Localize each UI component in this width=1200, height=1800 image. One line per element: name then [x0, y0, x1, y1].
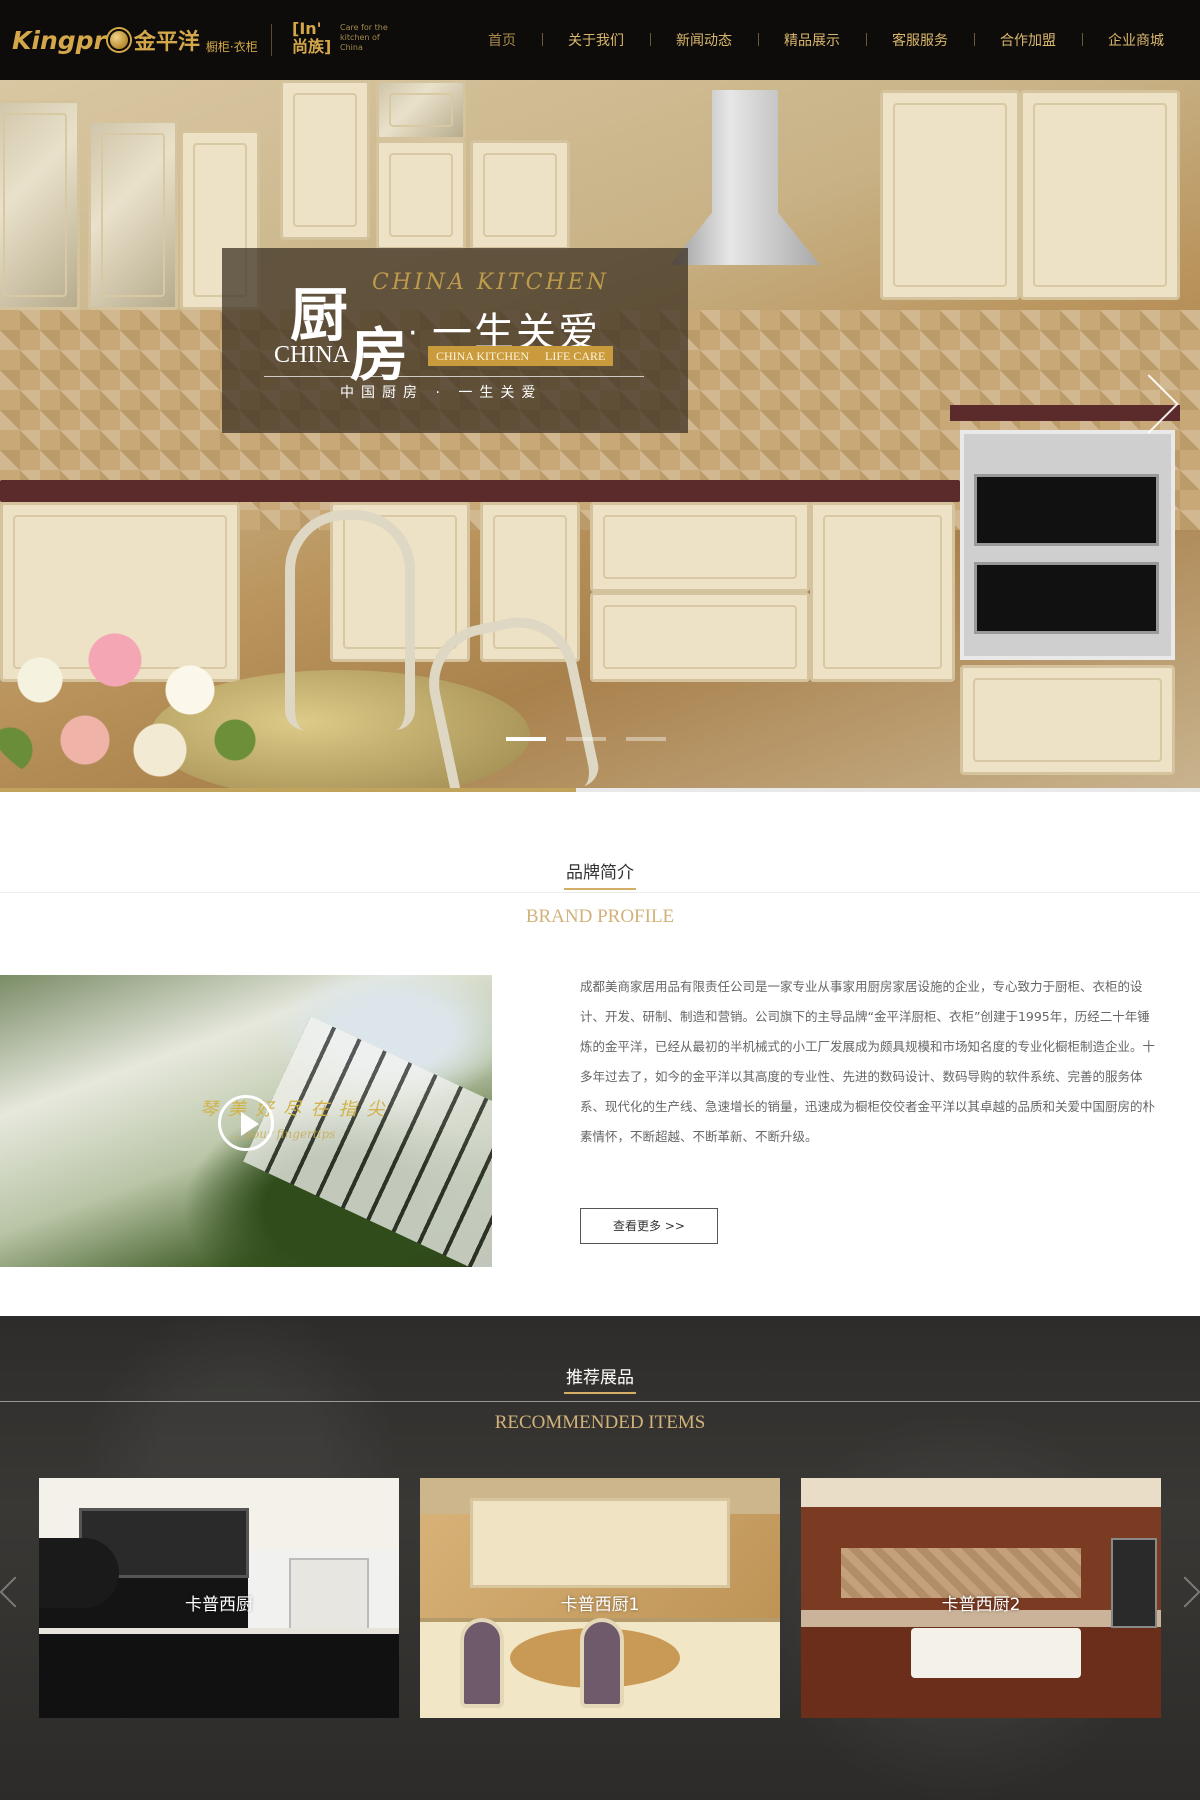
- hero-tag-1: CHINA KITCHEN: [428, 346, 537, 366]
- hero-script-text: CHINA KITCHEN: [372, 270, 609, 295]
- hero-tags: CHINA KITCHEN LIFE CARE: [428, 346, 614, 366]
- sub-brand-text: Care for the kitchen of China: [340, 23, 388, 52]
- hero-cabinet: [470, 140, 570, 250]
- hero-china-text: CHINA: [274, 342, 350, 368]
- card-image-part: [470, 1498, 730, 1588]
- hero-cabinet: [280, 80, 370, 240]
- product-card[interactable]: 卡普西厨2: [801, 1478, 1161, 1718]
- hero-caption-panel: CHINA KITCHEN 厨 房 · CHINA 一生关爱 CHINA KIT…: [222, 248, 688, 433]
- hero-pagination: [506, 737, 666, 741]
- hero-drawer: [590, 592, 810, 682]
- product-card[interactable]: 卡普西厨1: [420, 1478, 780, 1718]
- hero-cabinet: [88, 120, 178, 310]
- oven-door: [974, 474, 1159, 546]
- brand-title-underline: [564, 888, 636, 890]
- card-image-part: [580, 1618, 624, 1708]
- hero-dot: ·: [408, 316, 418, 351]
- product-card-label: 卡普西厨1: [560, 1595, 640, 1615]
- recommended-title-en: RECOMMENDED ITEMS: [494, 1412, 706, 1433]
- hero-kitchen-image: [0, 80, 1200, 792]
- hero-cabinet: [376, 80, 466, 140]
- brand-logo[interactable]: Kingpr 金平洋 橱柜·衣柜: [12, 20, 258, 60]
- hero-subtitle: 中国厨房 · 一生关爱: [340, 385, 543, 401]
- hero-cabinet: [810, 502, 955, 682]
- hero-dot-2[interactable]: [566, 737, 606, 741]
- recommended-title-underline: [564, 1392, 636, 1394]
- sub-brand-mark: [In' 尚族]: [292, 19, 332, 56]
- product-card-label: 卡普西厨: [185, 1595, 253, 1615]
- nav-item-news[interactable]: 新闻动态: [650, 30, 758, 50]
- hero-dot-3[interactable]: [626, 737, 666, 741]
- brand-video[interactable]: 琴 美 好 尽 在 指 尖 ... your fingertips: [0, 975, 492, 1267]
- nav-item-shop[interactable]: 企业商城: [1082, 30, 1190, 50]
- logo-globe-icon: [107, 29, 130, 51]
- site-header: Kingpr 金平洋 橱柜·衣柜 [In' 尚族] Care for the k…: [0, 0, 1200, 80]
- brand-title-en: BRAND PROFILE: [525, 906, 675, 927]
- hero-oven: [960, 430, 1175, 660]
- card-image-part: [460, 1618, 504, 1708]
- recommended-divider: [0, 1401, 1200, 1402]
- nav-item-franchise[interactable]: 合作加盟: [974, 30, 1082, 50]
- hero-cabinet: [880, 90, 1020, 300]
- nav-item-products[interactable]: 精品展示: [758, 30, 866, 50]
- product-card-label: 卡普西厨2: [941, 1595, 1021, 1615]
- hero-slider: CHINA KITCHEN 厨 房 · CHINA 一生关爱 CHINA KIT…: [0, 80, 1200, 792]
- hero-progress-bar: [0, 788, 1200, 792]
- brand-description: 成都美商家居用品有限责任公司是一家专业从事家用厨房家居设施的企业，专心致力于厨柜…: [580, 979, 1156, 1144]
- nav-item-home[interactable]: 首页: [462, 30, 542, 50]
- hero-cabinet: [0, 100, 80, 310]
- brand-title-cn: 品牌简介: [566, 863, 634, 883]
- recommended-title-cn: 推荐展品: [566, 1368, 634, 1388]
- card-image-part: [39, 1628, 399, 1718]
- hero-countertop: [0, 480, 960, 502]
- brand-divider: [0, 892, 1200, 893]
- sub-brand-logo: [In' 尚族] Care for the kitchen of China: [292, 20, 400, 56]
- oven-door: [974, 562, 1159, 634]
- hero-progress-fill: [0, 788, 576, 792]
- video-piano-keys: [243, 1016, 492, 1267]
- hero-char-1: 厨: [290, 281, 349, 349]
- hero-dot-1[interactable]: [506, 737, 546, 741]
- hero-cabinet: [376, 140, 466, 250]
- logo-latin-text: Kingpr: [12, 25, 106, 55]
- hero-cabinet: [1020, 90, 1180, 300]
- logo-cn-text: 金平洋: [133, 30, 200, 55]
- hero-divider-line: [264, 376, 644, 377]
- hero-range-hood: [670, 90, 820, 265]
- main-nav: 首页 关于我们 新闻动态 精品展示 客服服务 合作加盟 企业商城: [462, 0, 1190, 80]
- logo-divider: [271, 24, 272, 56]
- view-more-button[interactable]: 查看更多 >>: [580, 1208, 718, 1244]
- hero-tag-2: LIFE CARE: [537, 346, 614, 366]
- hero-drawer: [590, 502, 810, 592]
- play-icon[interactable]: [218, 1095, 274, 1151]
- hero-char-2: 房: [350, 321, 409, 389]
- hero-cabinet: [960, 665, 1175, 775]
- logo-tagline: 橱柜·衣柜: [205, 39, 258, 54]
- nav-item-about[interactable]: 关于我们: [542, 30, 650, 50]
- product-card[interactable]: 卡普西厨: [39, 1478, 399, 1718]
- hero-chair: [285, 510, 415, 730]
- nav-item-service[interactable]: 客服服务: [866, 30, 974, 50]
- card-image-part: [911, 1628, 1081, 1678]
